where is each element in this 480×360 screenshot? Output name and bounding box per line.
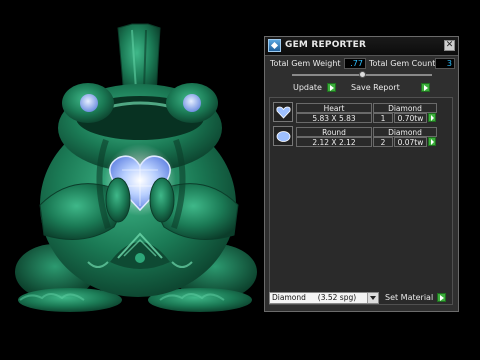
frog-pendant-model xyxy=(15,23,257,312)
gem-material: Diamond xyxy=(373,103,437,113)
gem-size: 5.83 X 5.83 xyxy=(296,113,372,123)
gem-row[interactable]: Round 2.12 X 2.12 Diamond 2 0.07tw xyxy=(272,125,450,147)
close-button[interactable]: ✕ xyxy=(444,40,455,51)
heart-gem-icon xyxy=(273,102,293,122)
app-logo-icon xyxy=(268,39,281,52)
gem-reporter-panel: GEM REPORTER ✕ Total Gem Weight .77 Tota… xyxy=(264,36,459,312)
set-material-go-icon[interactable] xyxy=(437,293,446,302)
total-weight-value: .77 xyxy=(344,58,366,69)
gem-material: Diamond xyxy=(373,127,437,137)
panel-titlebar[interactable]: GEM REPORTER ✕ xyxy=(265,37,458,56)
update-go-icon[interactable] xyxy=(327,83,336,92)
gem-size: 2.12 X 2.12 xyxy=(296,137,372,147)
gem-shape: Round xyxy=(296,127,372,137)
gem-count: 2 xyxy=(373,137,393,147)
update-label: Update xyxy=(293,83,322,92)
gem-weight: 0.07tw xyxy=(394,137,427,147)
gem-row[interactable]: Heart 5.83 X 5.83 Diamond 1 0.70tw xyxy=(272,101,450,123)
gem-shape: Heart xyxy=(296,103,372,113)
right-eye xyxy=(166,83,218,123)
save-report-label: Save Report xyxy=(351,83,400,92)
chevron-down-icon[interactable] xyxy=(367,293,378,303)
model-viewport[interactable] xyxy=(0,0,262,360)
left-eye xyxy=(62,83,114,123)
set-material-label: Set Material xyxy=(385,293,434,302)
gem-count: 1 xyxy=(373,113,393,123)
material-select[interactable]: Diamond (3.52 spg) xyxy=(269,292,379,304)
total-weight-label: Total Gem Weight xyxy=(270,59,341,68)
gem-list: Heart 5.83 X 5.83 Diamond 1 0.70tw Round… xyxy=(269,97,453,305)
round-gem-icon xyxy=(273,126,293,146)
save-report-go-icon[interactable] xyxy=(421,83,430,92)
total-count-value: 3 xyxy=(435,58,455,69)
gem-weight: 0.70tw xyxy=(394,113,427,123)
gem-select-go-icon[interactable] xyxy=(428,137,436,146)
panel-title: GEM REPORTER xyxy=(285,40,367,50)
gem-select-go-icon[interactable] xyxy=(428,113,436,122)
size-slider-handle[interactable] xyxy=(359,71,366,78)
material-select-value: Diamond (3.52 spg) xyxy=(272,293,357,302)
total-count-label: Total Gem Count xyxy=(369,59,436,68)
stats-row: Total Gem Weight .77 Total Gem Count 3 xyxy=(268,58,456,70)
